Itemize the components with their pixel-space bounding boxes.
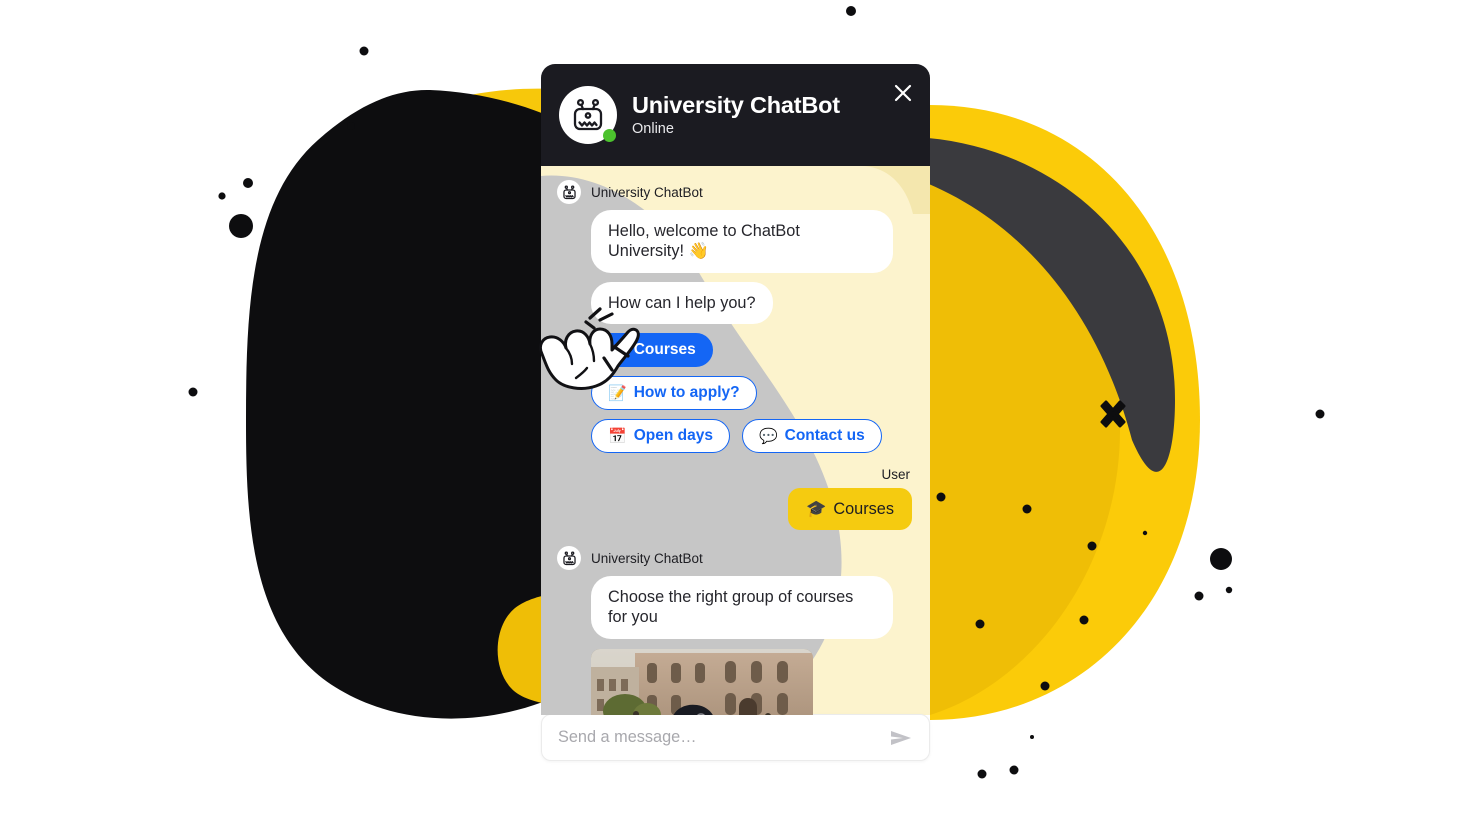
illustration-canvas: University ChatBot Online University Cha…	[0, 0, 1472, 818]
sender-name-user: User	[881, 467, 910, 483]
quick-reply-how-to-apply[interactable]: 📝 How to apply?	[591, 376, 757, 411]
yellow-blob-shade	[930, 140, 1120, 715]
bot-message-bubble: Hello, welcome to ChatBot University! 👋	[591, 210, 893, 273]
robot-icon	[562, 551, 576, 565]
user-message-bubble: 🎓 Courses	[788, 488, 912, 531]
quick-reply-label: Courses	[633, 341, 696, 359]
x-mark-decoration	[1100, 400, 1126, 428]
memo-icon: 📝	[608, 384, 627, 402]
message-row: Hello, welcome to ChatBot University! 👋	[557, 210, 914, 273]
calendar-icon: 📅	[608, 427, 627, 445]
message-row: How can I help you?	[557, 281, 914, 325]
messages-container: University ChatBot Hello, welcome to Cha…	[541, 166, 930, 715]
sender-name: University ChatBot	[591, 184, 703, 200]
page-title: University ChatBot	[632, 92, 840, 119]
robot-icon	[573, 98, 603, 131]
quick-reply-courses[interactable]: 🎓 Courses	[591, 333, 713, 368]
close-button[interactable]	[890, 80, 916, 106]
attachment-image[interactable]	[591, 648, 813, 715]
graduation-cap-icon: 🎓	[806, 500, 827, 519]
send-button[interactable]	[889, 728, 913, 748]
bot-avatar-small	[557, 180, 581, 204]
message-row-user: 🎓 Courses	[557, 488, 914, 531]
user-message-text: Courses	[833, 499, 894, 518]
message-row-attachment	[557, 648, 914, 715]
send-icon	[891, 730, 911, 745]
online-status-dot	[603, 129, 616, 142]
sender-row: University ChatBot	[557, 180, 914, 204]
speech-balloon-icon: 💬	[758, 427, 778, 445]
yellow-blob-right	[930, 105, 1200, 720]
message-group-bot: University ChatBot Choose the right grou…	[557, 546, 914, 715]
bot-avatar-small	[557, 546, 581, 571]
message-list[interactable]: University ChatBot Hello, welcome to Cha…	[541, 166, 930, 715]
header-text-block: University ChatBot Online	[632, 93, 840, 137]
quick-reply-label: How to apply?	[633, 384, 740, 402]
status-text: Online	[632, 120, 674, 137]
avatar	[559, 86, 617, 144]
chatbot-widget: University ChatBot Online University Cha…	[541, 64, 930, 761]
message-composer[interactable]	[541, 714, 930, 761]
robot-icon	[562, 185, 576, 199]
sender-name: University ChatBot	[591, 550, 703, 566]
chat-header: University ChatBot Online	[541, 64, 930, 166]
quick-reply-group: 🎓 Courses 📝 How to apply? 📅 Open days 💬 …	[557, 333, 887, 454]
close-icon	[894, 84, 912, 102]
sender-row: University ChatBot	[557, 546, 914, 571]
quick-reply-open-days[interactable]: 📅 Open days	[591, 419, 730, 454]
quick-reply-label: Contact us	[784, 427, 865, 445]
dark-crescent-blob	[905, 138, 1175, 472]
graduation-cap-icon: 🎓	[608, 341, 627, 359]
bot-message-bubble: Choose the right group of courses for yo…	[591, 576, 893, 639]
message-row: Choose the right group of courses for yo…	[557, 576, 914, 639]
message-group-bot: University ChatBot Hello, welcome to Cha…	[557, 180, 914, 325]
search-input message-input[interactable]	[558, 728, 889, 747]
quick-reply-contact-us[interactable]: 💬 Contact us	[741, 419, 882, 454]
bot-message-bubble: How can I help you?	[591, 281, 773, 325]
quick-reply-label: Open days	[633, 427, 713, 445]
